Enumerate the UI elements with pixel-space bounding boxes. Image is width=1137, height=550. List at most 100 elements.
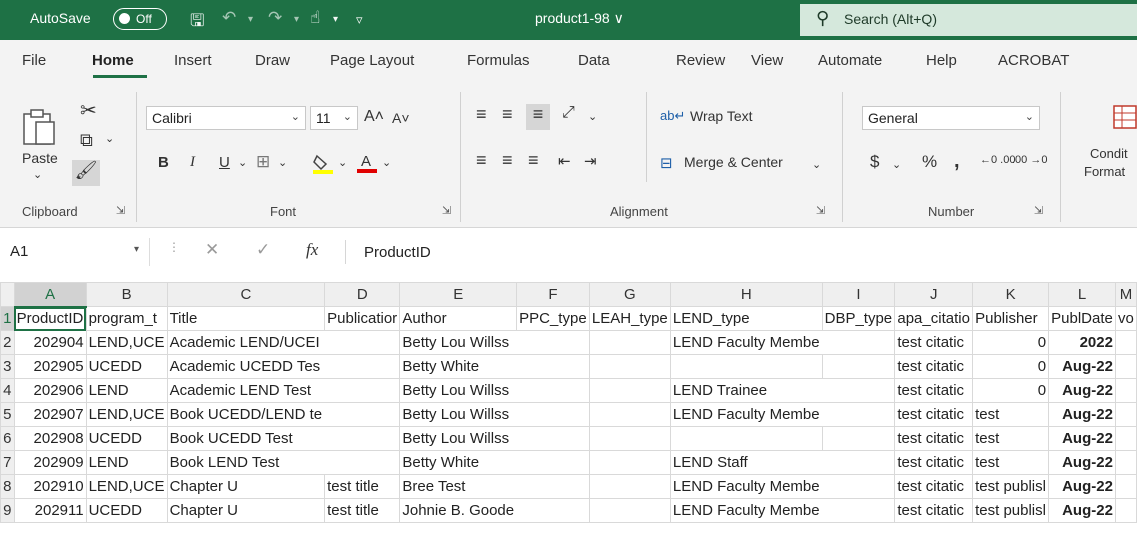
comma-style-icon[interactable]: , xyxy=(954,150,960,173)
grid-cell[interactable]: LEND_type xyxy=(669,306,823,331)
grid-cell[interactable]: Betty Lou Willss xyxy=(399,402,517,427)
cancel-icon[interactable]: ✕ xyxy=(205,240,219,260)
grid-cell[interactable] xyxy=(324,450,401,475)
grid-cell[interactable] xyxy=(669,426,823,451)
column-header[interactable]: C xyxy=(166,282,326,307)
column-header[interactable]: M xyxy=(1114,282,1137,307)
grid-cell[interactable]: test citatic xyxy=(894,450,974,475)
merge-dropdown-icon[interactable]: ⌄ xyxy=(812,158,821,171)
tab-review[interactable]: Review xyxy=(676,52,725,69)
font-color-dropdown-icon[interactable]: ⌄ xyxy=(382,156,391,169)
tab-page-layout[interactable]: Page Layout xyxy=(330,52,414,69)
grid-cell[interactable]: Publicatior xyxy=(324,306,401,331)
align-middle-icon[interactable]: ≡ xyxy=(502,104,513,125)
currency-dropdown-icon[interactable]: ⌄ xyxy=(892,158,901,171)
customize-qat-icon[interactable]: ▿ xyxy=(356,12,363,28)
grid-cell[interactable] xyxy=(821,354,896,379)
grid-cell[interactable]: LEND,UCE xyxy=(85,330,168,355)
grid-cell[interactable] xyxy=(324,354,401,379)
tab-help[interactable]: Help xyxy=(926,52,957,69)
redo-icon[interactable]: ↷ xyxy=(268,8,282,28)
tab-file[interactable]: File xyxy=(22,52,46,69)
column-header[interactable]: G xyxy=(588,282,671,307)
column-header[interactable]: E xyxy=(399,282,518,307)
grid-cell[interactable]: LEND Trainee xyxy=(669,378,823,403)
grid-cell[interactable]: 202908 xyxy=(13,426,87,451)
decrease-decimal-icon[interactable]: .00 →0 xyxy=(1012,154,1047,166)
grid-cell[interactable] xyxy=(1114,498,1137,523)
align-right-icon[interactable]: ≡ xyxy=(528,150,539,171)
grid-cell[interactable]: test citatic xyxy=(894,426,974,451)
grid-cell[interactable] xyxy=(324,426,401,451)
column-header[interactable]: A xyxy=(13,282,87,308)
grid-cell[interactable]: Chapter U xyxy=(166,474,326,499)
grid-cell[interactable]: LEAH_type xyxy=(588,306,671,331)
grid-cell[interactable]: LEND xyxy=(85,450,168,475)
grid-cell[interactable]: 202904 xyxy=(13,330,87,355)
decrease-indent-icon[interactable]: ⇤ xyxy=(558,152,571,170)
merge-center-button[interactable]: Merge & Center xyxy=(684,154,783,170)
grid-cell[interactable]: test publisl xyxy=(972,498,1050,523)
grid-cell[interactable]: 202905 xyxy=(13,354,87,379)
fill-dropdown-icon[interactable]: ⌄ xyxy=(338,156,347,169)
grid-cell[interactable] xyxy=(821,474,896,499)
conditional-formatting-icon[interactable] xyxy=(1112,104,1137,132)
orientation-icon[interactable]: ⤢ xyxy=(562,104,575,122)
alignment-launcher-icon[interactable]: ⇲ xyxy=(816,204,825,217)
grid-cell[interactable]: Author xyxy=(399,306,518,331)
grid-cell[interactable]: Bree Test xyxy=(399,474,517,499)
grid-cell[interactable]: 0 xyxy=(972,330,1050,355)
grid-cell[interactable]: 202909 xyxy=(13,450,87,475)
grid-cell[interactable]: UCEDD xyxy=(85,354,168,379)
grid-cell[interactable]: PPC_type xyxy=(516,306,590,331)
grid-cell[interactable]: LEND Staff xyxy=(669,450,823,475)
grid-cell[interactable] xyxy=(516,450,590,475)
grid-cell[interactable]: LEND,UCE xyxy=(85,402,168,427)
grid-cell[interactable]: Betty Lou Willss xyxy=(399,378,517,403)
align-center-icon[interactable]: ≡ xyxy=(502,150,513,171)
grid-cell[interactable]: LEND Faculty Membe xyxy=(669,474,823,499)
number-launcher-icon[interactable]: ⇲ xyxy=(1034,204,1043,217)
grid-cell[interactable]: LEND xyxy=(85,378,168,403)
grid-cell[interactable]: test citatic xyxy=(894,354,974,379)
grid-cell[interactable]: 0 xyxy=(972,378,1050,403)
grid-cell[interactable]: test citatic xyxy=(894,474,974,499)
grid-cell[interactable]: 202907 xyxy=(13,402,87,427)
grid-cell[interactable] xyxy=(821,330,896,355)
grid-cell[interactable] xyxy=(821,498,896,523)
increase-font-icon[interactable]: A˄ xyxy=(364,108,384,126)
row-header[interactable]: 1 xyxy=(0,306,15,331)
font-launcher-icon[interactable]: ⇲ xyxy=(442,204,451,217)
grid-cell[interactable]: Aug-22 xyxy=(1048,402,1116,427)
grid-cell[interactable]: UCEDD xyxy=(85,498,168,523)
grid-cell[interactable] xyxy=(588,450,671,475)
borders-dropdown-icon[interactable]: ⌄ xyxy=(278,156,287,169)
font-color-icon[interactable]: A xyxy=(356,150,378,174)
grid-cell[interactable]: vo xyxy=(1114,306,1137,331)
search-box[interactable]: ⚲ Search (Alt+Q) xyxy=(800,4,1137,36)
decrease-font-icon[interactable]: A˅ xyxy=(392,110,410,126)
borders-icon[interactable]: ⊞ xyxy=(256,152,270,172)
copy-dropdown-icon[interactable]: ⌄ xyxy=(105,132,114,145)
grid-cell[interactable]: 2022 xyxy=(1048,330,1116,355)
grid-cell[interactable] xyxy=(1114,402,1137,427)
grid-cell[interactable] xyxy=(516,354,590,379)
clipboard-launcher-icon[interactable]: ⇲ xyxy=(116,204,125,217)
underline-icon[interactable]: U xyxy=(219,154,230,171)
grid-cell[interactable] xyxy=(516,474,590,499)
grid-cell[interactable] xyxy=(1114,378,1137,403)
fill-color-icon[interactable] xyxy=(312,152,334,174)
grid-cell[interactable]: Aug-22 xyxy=(1048,474,1116,499)
grid-cell[interactable] xyxy=(669,354,823,379)
tab-acrobat[interactable]: ACROBAT xyxy=(998,52,1069,69)
grid-cell[interactable]: ProductID xyxy=(13,306,87,331)
row-header[interactable]: 3 xyxy=(0,354,15,379)
column-header[interactable]: D xyxy=(324,282,401,307)
tab-automate[interactable]: Automate xyxy=(818,52,882,69)
tab-insert[interactable]: Insert xyxy=(174,52,212,69)
conditional-formatting-label-1[interactable]: Condit xyxy=(1090,146,1128,161)
grid-cell[interactable]: Johnie B. Goode xyxy=(399,498,517,523)
cut-icon[interactable]: ✂ xyxy=(80,98,97,123)
grid-cell[interactable] xyxy=(821,378,896,403)
grid-cell[interactable]: 202910 xyxy=(13,474,87,499)
